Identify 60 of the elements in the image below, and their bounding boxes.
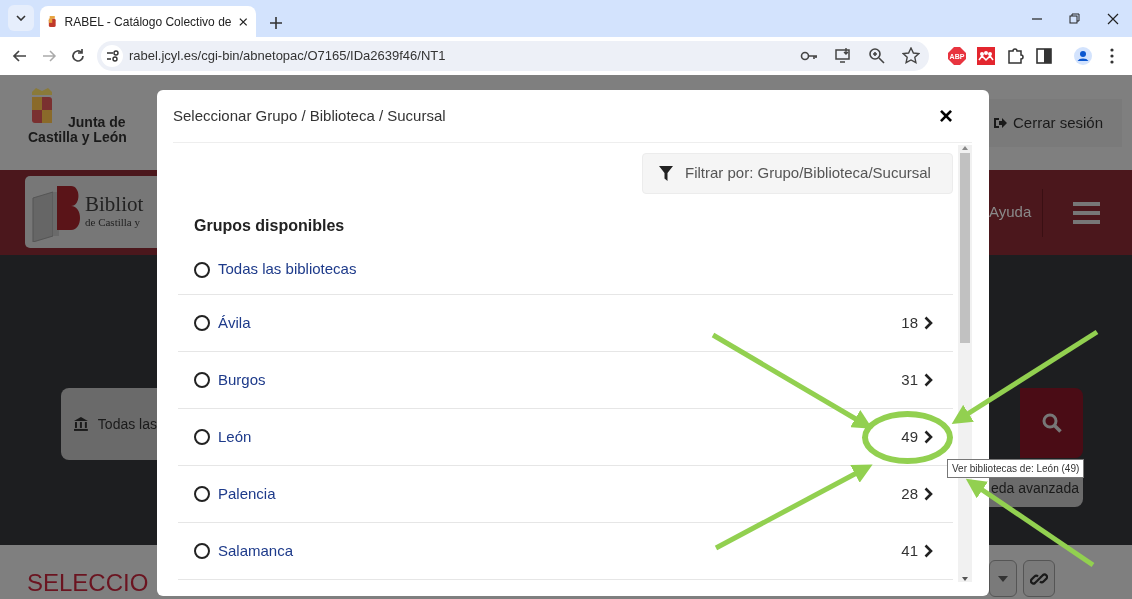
favicon-icon <box>48 14 57 29</box>
puzzle-icon[interactable] <box>1005 47 1024 65</box>
section-heading: Grupos disponibles <box>193 216 346 236</box>
bank-icon <box>74 417 88 431</box>
radio-button[interactable] <box>194 261 210 278</box>
chevron-right-icon <box>924 487 933 502</box>
browser-tab[interactable]: RABEL - Catálogo Colectivo de <box>40 6 256 37</box>
close-icon[interactable] <box>239 16 248 27</box>
group-link[interactable]: León <box>218 425 252 449</box>
address-bar[interactable]: rabel.jcyl.es/cgi-bin/abnetopac/O7165/IDa2639f46/NT1 <box>96 41 929 71</box>
radio-button[interactable] <box>194 429 210 446</box>
search-button[interactable] <box>1020 388 1083 458</box>
profile-icon[interactable] <box>1073 47 1092 65</box>
sign-out-icon <box>993 116 1007 130</box>
chevron-down-icon[interactable] <box>16 15 26 21</box>
people-icon[interactable] <box>976 47 995 65</box>
radio-button[interactable] <box>194 372 210 389</box>
logo-subtitle: de Castilla y <box>85 214 141 230</box>
star-icon[interactable] <box>901 47 920 65</box>
chevron-right-icon <box>924 316 933 331</box>
group-count-link[interactable]: 41 <box>901 539 933 563</box>
filter-button[interactable]: Filtrar por: Grupo/Biblioteca/Sucursal <box>642 153 953 194</box>
radio-button[interactable] <box>194 543 210 560</box>
reload-icon[interactable] <box>70 48 87 64</box>
radio-button[interactable] <box>194 315 210 332</box>
help-link[interactable]: Ayuda <box>989 201 1032 224</box>
search-icon <box>1041 413 1062 433</box>
menu-icon[interactable] <box>1073 202 1100 225</box>
group-count-link[interactable]: 28 <box>901 482 933 506</box>
logo-title: Bibliot <box>85 193 144 214</box>
zoom-icon[interactable] <box>867 47 886 65</box>
modal-title: Seleccionar Grupo / Biblioteca / Sucursal <box>173 105 446 126</box>
chevron-right-icon <box>924 373 933 388</box>
group-link[interactable]: Ávila <box>218 311 251 335</box>
side-panel-icon[interactable] <box>1034 47 1053 65</box>
close-icon[interactable] <box>1107 12 1119 25</box>
restore-icon[interactable] <box>1069 12 1081 25</box>
close-button[interactable]: × <box>934 104 958 128</box>
group-link[interactable]: Burgos <box>218 368 266 392</box>
tooltip: Ver bibliotecas de: León (49) <box>947 459 1085 478</box>
chevron-right-icon <box>924 544 933 559</box>
scroll-up-icon[interactable] <box>961 145 969 151</box>
section-heading: SELECCIO <box>26 568 150 598</box>
filter-icon <box>659 166 673 181</box>
group-link[interactable]: Palencia <box>218 482 276 506</box>
back-icon[interactable] <box>12 48 29 64</box>
scroll-down-icon[interactable] <box>961 576 969 582</box>
radio-button[interactable] <box>194 486 210 503</box>
caret-icon[interactable] <box>998 575 1008 582</box>
group-count-link[interactable]: 18 <box>901 311 933 335</box>
group-count-link[interactable]: 49 <box>901 425 933 449</box>
group-link[interactable]: Todas las bibliotecas <box>218 258 357 281</box>
logo-text: Castilla y León <box>28 130 127 145</box>
group-count-link[interactable]: 31 <box>901 368 933 392</box>
install-icon[interactable] <box>833 47 852 65</box>
site-settings-icon[interactable] <box>100 45 123 67</box>
logo-text: Junta de <box>68 115 126 130</box>
plus-icon[interactable] <box>270 17 282 29</box>
group-link[interactable]: Salamanca <box>218 539 294 563</box>
chevron-right-icon <box>924 430 933 445</box>
